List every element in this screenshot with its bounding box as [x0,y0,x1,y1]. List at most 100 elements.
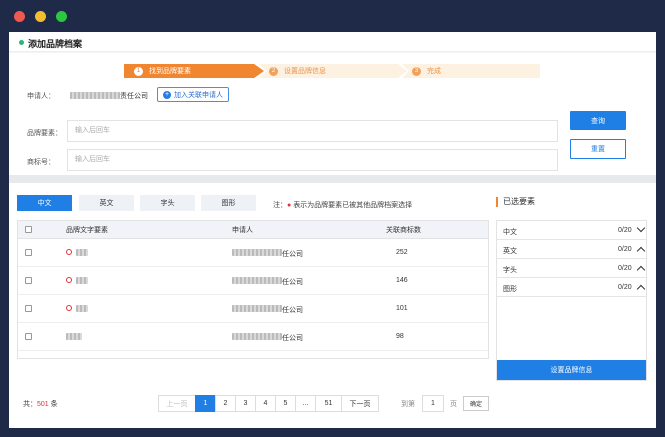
selected-group-graphics[interactable]: 图形 0/20 [497,278,646,297]
add-applicant-label: 加入关联申请人 [174,91,223,99]
red-dot-icon: ● [287,202,292,209]
row-applicant: 任公司 [282,335,303,342]
add-applicant-button[interactable]: + 加入关联申请人 [157,87,229,102]
tab-initials[interactable]: 字头 [140,195,195,211]
column-brand-text: 品牌文字要素 [66,226,108,234]
tab-english[interactable]: 英文 [79,195,134,211]
group-count: 0/20 [618,246,632,253]
page-4-button[interactable]: 4 [255,395,276,412]
goto-page-input[interactable]: 1 [422,395,444,412]
group-name: 英文 [503,248,517,255]
maximize-window-button[interactable] [56,11,67,22]
app-content: 添加品牌档案 1 找到品牌要素 2 设置品牌信息 3 完成 申请人： 责任公司 [9,32,656,428]
column-applicant: 申请人 [232,226,253,234]
row-applicant: 任公司 [282,307,303,314]
brand-text-redacted [76,305,88,312]
row-checkbox[interactable] [25,249,32,256]
results-section: 中文 英文 字头 图形 注：● 表示为品牌要素已被其他品牌档案选择 品牌文字要素… [9,183,656,428]
column-linked-count: 关联商标数 [386,226,421,234]
row-checkbox[interactable] [25,277,32,284]
row-applicant: 任公司 [282,279,303,286]
step-2-number: 2 [269,66,278,76]
step-3-number: 3 [412,66,421,76]
chevron-up-icon[interactable] [636,284,646,294]
page-5-button[interactable]: 5 [275,395,296,412]
plus-icon: + [163,90,171,99]
brand-text-redacted [76,249,88,256]
row-count: 98 [396,333,404,340]
group-count: 0/20 [618,227,632,234]
group-name: 图形 [503,286,517,293]
table-row[interactable]: 任公司 252 [18,239,488,267]
trademark-number-input[interactable]: 输入后回车 [67,149,558,171]
row-count: 146 [396,277,408,284]
chevron-up-icon[interactable] [636,265,646,275]
page-1-button[interactable]: 1 [195,395,216,412]
group-name: 字头 [503,267,517,274]
selected-elsewhere-icon [66,249,72,255]
query-button[interactable]: 查询 [570,111,626,130]
tab-chinese[interactable]: 中文 [17,195,72,211]
selected-elsewhere-icon [66,305,72,311]
chevron-up-icon[interactable] [636,246,646,256]
browser-window: 添加品牌档案 1 找到品牌要素 2 设置品牌信息 3 完成 申请人： 责任公司 [0,0,665,437]
brand-elements-table: 品牌文字要素 申请人 关联商标数 任公司 252 任公司 146 任公司 101… [17,220,489,359]
selected-elsewhere-icon [66,277,72,283]
step-2: 2 设置品牌信息 [259,64,407,78]
total-prefix: 共： [23,401,37,408]
note-text: 表示为品牌要素已被其他品牌档案选择 [293,202,413,209]
search-panel: 1 找到品牌要素 2 设置品牌信息 3 完成 申请人： 责任公司 + 加入关联申… [9,53,656,175]
legend-note: 注：● 表示为品牌要素已被其他品牌档案选择 [273,200,412,210]
page-ellipsis[interactable]: ... [295,395,316,412]
step-1-label: 找到品牌要素 [149,68,191,75]
row-count: 101 [396,305,408,312]
goto-confirm-button[interactable]: 确定 [463,396,489,411]
row-checkbox[interactable] [25,333,32,340]
page-header: 添加品牌档案 [9,32,656,52]
trademark-number-label: 商标号： [27,159,55,166]
step-3-label: 完成 [427,68,441,75]
step-2-label: 设置品牌信息 [284,68,326,75]
step-progress: 1 找到品牌要素 2 设置品牌信息 3 完成 [124,64,540,78]
reset-button[interactable]: 重置 [570,139,626,159]
total-number: 501 [37,401,49,408]
page-3-button[interactable]: 3 [235,395,256,412]
title-dot-icon [19,40,24,45]
table-row[interactable]: 任公司 98 [18,323,488,351]
note-prefix: 注： [273,202,287,209]
selected-group-english[interactable]: 英文 0/20 [497,240,646,259]
next-page-button[interactable]: 下一页 [341,395,379,412]
group-name: 中文 [503,229,517,236]
row-applicant: 任公司 [282,251,303,258]
chevron-down-icon[interactable] [636,223,646,233]
page-title: 添加品牌档案 [28,39,83,49]
brand-element-label: 品牌要素： [27,130,62,137]
row-checkbox[interactable] [25,305,32,312]
applicant-redacted [232,249,282,256]
group-count: 0/20 [618,284,632,291]
prev-page-button[interactable]: 上一页 [158,395,196,412]
set-brand-info-button[interactable]: 设置品牌信息 [497,360,646,380]
brand-element-input[interactable]: 输入后回车 [67,120,558,142]
window-controls [14,11,67,22]
group-count: 0/20 [618,265,632,272]
table-row[interactable]: 任公司 146 [18,267,488,295]
tab-graphics[interactable]: 图形 [201,195,256,211]
applicant-redacted [70,92,120,99]
page-51-button[interactable]: 51 [315,395,342,412]
selected-group-chinese[interactable]: 中文 0/20 [497,221,646,240]
applicant-label: 申请人： [27,93,55,100]
page-2-button[interactable]: 2 [215,395,236,412]
brand-text-redacted [66,333,82,340]
close-window-button[interactable] [14,11,25,22]
selected-elements-panel: 中文 0/20 英文 0/20 字头 0/20 图形 0/20 设置品牌信息 [496,220,647,381]
goto-suffix: 页 [450,401,457,408]
table-header: 品牌文字要素 申请人 关联商标数 [18,221,488,239]
total-suffix: 条 [48,401,58,408]
table-row-partial[interactable] [18,351,488,358]
select-all-checkbox[interactable] [25,226,32,233]
selected-group-initials[interactable]: 字头 0/20 [497,259,646,278]
applicant-value: 责任公司 [120,93,148,100]
minimize-window-button[interactable] [35,11,46,22]
table-row[interactable]: 任公司 101 [18,295,488,323]
